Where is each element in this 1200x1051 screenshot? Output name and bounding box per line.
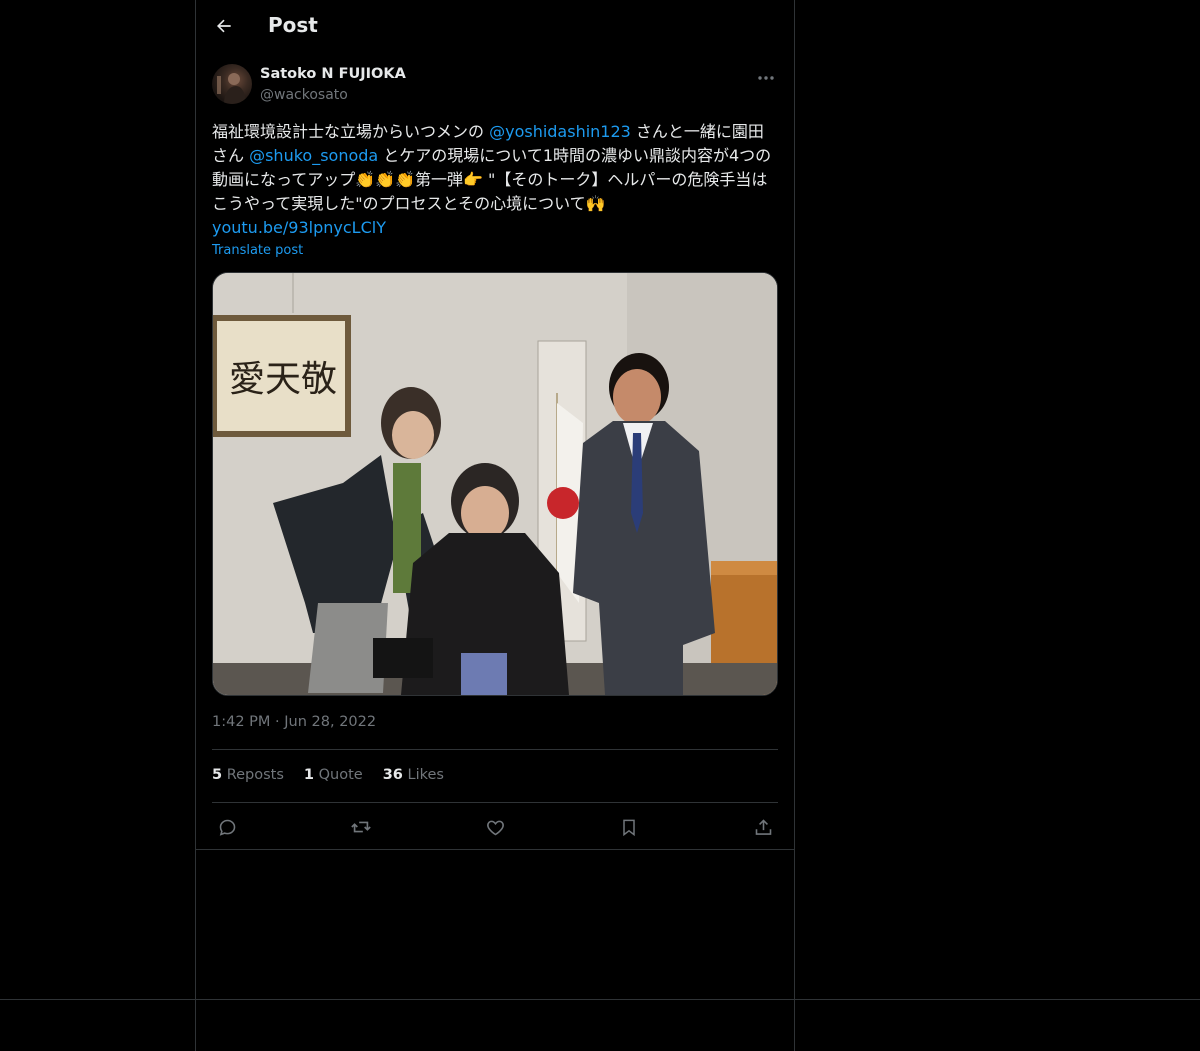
share-icon xyxy=(755,818,771,835)
mention-link[interactable]: @yoshidashin123 xyxy=(489,122,631,141)
like-button[interactable] xyxy=(480,812,510,842)
arrow-left-icon xyxy=(217,19,231,33)
likes-stat[interactable]: 36 Likes xyxy=(383,767,444,783)
avatar[interactable] xyxy=(212,64,252,104)
photo-illustration: 愛天敬 xyxy=(213,273,777,695)
mention-link[interactable]: @shuko_sonoda xyxy=(249,146,378,165)
quotes-stat[interactable]: 1 Quote xyxy=(304,767,363,783)
reposts-count: 5 xyxy=(212,767,223,783)
post-text: 福祉環境設計士な立場からいつメンの @yoshidashin123 さんと一緒に… xyxy=(212,120,778,240)
reposts-stat[interactable]: 5 Reposts xyxy=(212,767,284,783)
like-icon xyxy=(486,820,504,835)
likes-count: 36 xyxy=(382,767,403,783)
post-bottom-border xyxy=(196,849,794,850)
divider xyxy=(212,749,778,750)
more-horizontal-icon xyxy=(758,76,774,80)
bottom-divider xyxy=(0,999,1200,1000)
likes-label: Likes xyxy=(407,767,444,783)
app-frame: Post Satoko N FUJIOKA @wackosato 福祉環境設計士 xyxy=(0,0,1200,1051)
youtube-link[interactable]: youtu.be/93lpnycLClY xyxy=(212,218,386,237)
action-bar xyxy=(212,812,778,842)
post-date: Jun 28, 2022 xyxy=(284,714,377,730)
author-name[interactable]: Satoko N FUJIOKA xyxy=(260,66,406,82)
post-time: 1:42 PM xyxy=(212,714,271,730)
point-emoji: 👉 xyxy=(462,170,483,189)
bookmark-icon xyxy=(623,819,635,836)
repost-icon xyxy=(351,821,371,833)
author-handle[interactable]: @wackosato xyxy=(260,87,348,103)
svg-text:愛天敬: 愛天敬 xyxy=(229,359,337,400)
post-photo[interactable]: 愛天敬 xyxy=(212,272,778,696)
bookmark-button[interactable] xyxy=(614,812,644,842)
text-segment: 第一弾 xyxy=(414,170,463,189)
post-timestamp[interactable]: 1:42 PM · Jun 28, 2022 xyxy=(212,714,376,730)
reply-button[interactable] xyxy=(212,812,242,842)
timeline-column: Post Satoko N FUJIOKA @wackosato 福祉環境設計士 xyxy=(195,0,795,1051)
share-button[interactable] xyxy=(748,812,778,842)
repost-button[interactable] xyxy=(346,812,376,842)
translate-post-link[interactable]: Translate post xyxy=(212,243,303,258)
post-header: Post xyxy=(196,0,794,53)
page-title: Post xyxy=(268,13,318,37)
quotes-label: Quote xyxy=(318,767,363,783)
reply-icon xyxy=(219,819,235,836)
raised-hands-emoji: 🙌 xyxy=(585,194,606,213)
back-button[interactable] xyxy=(208,10,240,42)
text-segment: 福祉環境設計士な立場からいつメンの xyxy=(212,122,490,141)
divider xyxy=(212,802,778,803)
avatar-image xyxy=(217,73,246,104)
timestamp-separator: · xyxy=(275,714,280,730)
quotes-count: 1 xyxy=(303,767,315,783)
reposts-label: Reposts xyxy=(226,767,284,783)
engagement-stats: 5 Reposts 1 Quote 36 Likes xyxy=(212,767,444,783)
more-button[interactable] xyxy=(754,68,778,88)
clap-emoji: 👏👏👏 xyxy=(355,170,415,189)
